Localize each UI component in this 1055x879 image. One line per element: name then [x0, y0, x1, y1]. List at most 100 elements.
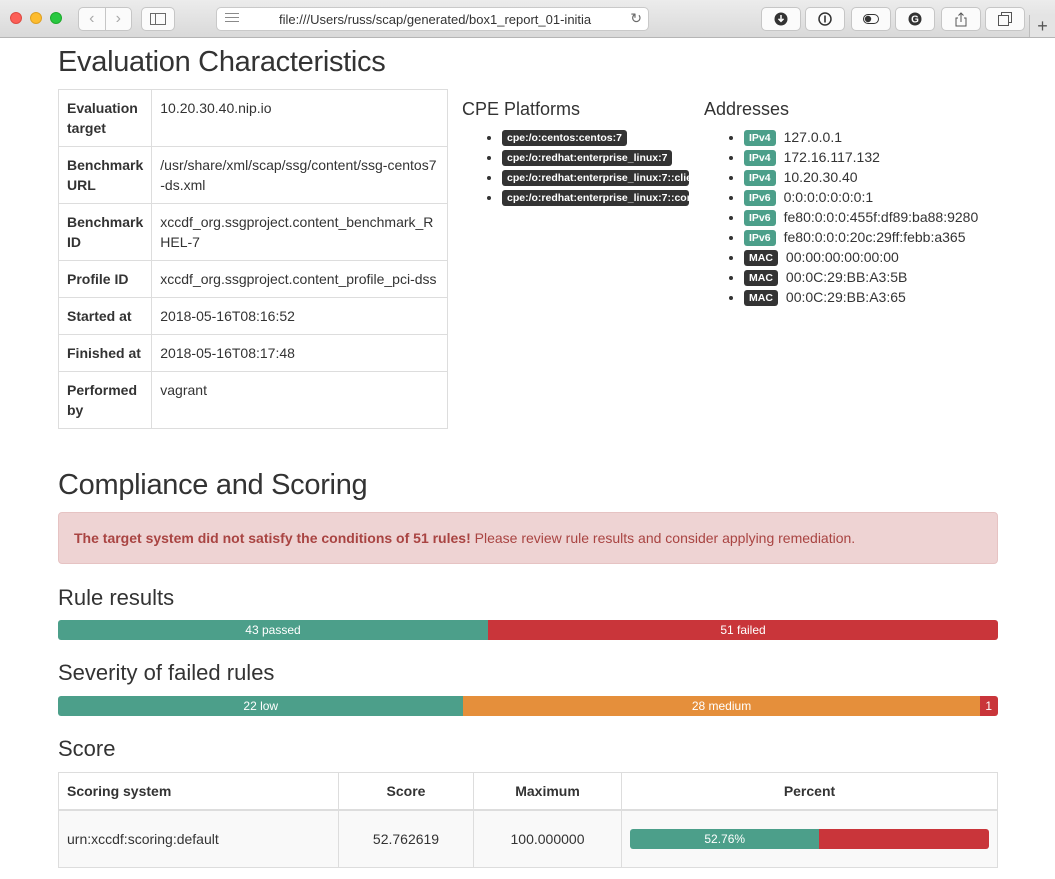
alert-bold-text: The target system did not satisfy the co… [74, 530, 471, 546]
low-severity-segment: 22 low [58, 696, 464, 716]
cpe-item: cpe:/o:redhat:enterprise_linux:7::client [502, 169, 689, 189]
sidebar-toggle-button[interactable] [141, 7, 175, 31]
address-item: IPv4 10.20.30.40 [744, 169, 978, 189]
addresses-title: Addresses [704, 99, 790, 119]
score-table: Scoring system Score Maximum Percent urn… [58, 772, 998, 868]
evaluation-table: Evaluation target 10.20.30.40.nip.io Bench… [57, 89, 448, 429]
address-item: MAC 00:0C:29:BB:A3:65 [744, 289, 978, 309]
evaluation-row: Started at 2018-05-16T08:16:52 [57, 297, 448, 335]
evaluation-row: Evaluation target 10.20.30.40.nip.io [57, 89, 448, 147]
grammarly-icon: G [908, 12, 922, 26]
address-value: 10.20.30.40 [783, 169, 858, 185]
severity-bar: 22 low 28 medium 1 [58, 696, 998, 716]
evaluation-key: Finished at [57, 334, 153, 372]
evaluation-value: xccdf_org.ssgproject.content_profile_pci… [151, 260, 448, 298]
cpe-title: CPE Platforms [462, 99, 581, 119]
grammarly-button[interactable]: G [895, 7, 935, 31]
evaluation-value: xccdf_org.ssgproject.content_benchmark_R… [151, 203, 448, 261]
share-icon [955, 11, 967, 26]
evaluation-value: 10.20.30.40.nip.io [151, 89, 448, 147]
forward-icon[interactable]: › [104, 8, 132, 30]
address-value: 0:0:0:0:0:0:0:1 [783, 189, 874, 205]
onepassword-button[interactable] [805, 7, 845, 31]
window-close-button[interactable] [10, 12, 22, 24]
reload-icon[interactable]: ↻ [630, 10, 642, 27]
passed-segment: 43 passed [58, 620, 488, 640]
evaluation-key: Benchmark URL [57, 146, 153, 204]
address-type-badge: IPv6 [744, 190, 776, 207]
address-item: IPv4 127.0.0.1 [744, 129, 978, 149]
address-bar[interactable]: file:///Users/russ/scap/generated/box1_r… [216, 7, 649, 31]
address-value: 127.0.0.1 [783, 129, 842, 145]
high-severity-segment: 1 [979, 696, 998, 716]
new-tab-button[interactable]: + [1029, 15, 1055, 37]
toggle-icon [863, 14, 879, 24]
failed-segment: 51 failed [488, 620, 998, 640]
address-type-badge: IPv4 [744, 150, 776, 167]
score-row: urn:xccdf:scoring:default 52.762619 100.… [58, 809, 998, 868]
window-zoom-button[interactable] [50, 12, 62, 24]
evaluation-row: Performed by vagrant [57, 371, 448, 429]
evaluation-value: 2018-05-16T08:17:48 [151, 334, 448, 372]
address-item: IPv4 172.16.117.132 [744, 149, 978, 169]
address-value: 00:0C:29:BB:A3:65 [785, 289, 906, 305]
evaluation-value: /usr/share/xml/scap/ssg/content/ssg-cent… [151, 146, 448, 204]
report-page: Evaluation Characteristics Evaluation ta… [0, 38, 1055, 879]
evaluation-value: vagrant [151, 371, 448, 429]
history-nav: ‹ › [78, 7, 132, 31]
maximum-cell: 100.000000 [473, 809, 622, 868]
address-type-badge: IPv4 [744, 130, 776, 147]
url-text[interactable]: file:///Users/russ/scap/generated/box1_r… [279, 12, 609, 27]
share-button[interactable] [941, 7, 981, 31]
tabs-overview-button[interactable] [985, 7, 1025, 31]
address-value: fe80:0:0:0:455f:df89:ba88:9280 [783, 209, 979, 225]
cpe-item: cpe:/o:redhat:enterprise_linux:7::comput… [502, 189, 689, 209]
rule-results-title: Rule results [58, 585, 175, 610]
cpe-label: cpe:/o:redhat:enterprise_linux:7::comput… [502, 189, 689, 206]
onepassword-icon [818, 12, 832, 26]
toggle-extension-button[interactable] [851, 7, 891, 31]
evaluation-row: Benchmark ID xccdf_org.ssgproject.content… [57, 203, 448, 261]
address-type-badge: MAC [744, 270, 778, 287]
address-value: 172.16.117.132 [783, 149, 880, 165]
cpe-label: cpe:/o:centos:centos:7 [502, 129, 627, 146]
evaluation-title: Evaluation Characteristics [58, 46, 386, 78]
cpe-item: cpe:/o:centos:centos:7 [502, 129, 689, 149]
address-item: MAC 00:0C:29:BB:A3:5B [744, 269, 978, 289]
evaluation-key: Profile ID [57, 260, 153, 298]
evaluation-value: 2018-05-16T08:16:52 [151, 297, 448, 335]
header-maximum: Maximum [473, 772, 622, 811]
evaluation-key: Evaluation target [57, 89, 153, 147]
address-type-badge: MAC [744, 290, 778, 307]
address-value: 00:0C:29:BB:A3:5B [785, 269, 908, 285]
svg-text:G: G [911, 15, 919, 26]
sidebar-icon [150, 13, 166, 25]
address-item: IPv6 fe80:0:0:0:455f:df89:ba88:9280 [744, 209, 978, 229]
download-button[interactable] [761, 7, 801, 31]
address-value: fe80:0:0:0:20c:29ff:febb:a365 [783, 229, 966, 245]
rule-results-bar: 43 passed 51 failed [58, 620, 998, 640]
percent-bar: 52.76% [630, 828, 989, 849]
addresses-list: IPv4 127.0.0.1 IPv4 172.16.117.132 IPv4 10.20… [728, 129, 978, 309]
header-score: Score [338, 772, 474, 811]
address-item: MAC 00:00:00:00:00:00 [744, 249, 978, 269]
score-title: Score [58, 736, 116, 761]
percent-fill: 52.76% [630, 828, 820, 849]
scoring-system-cell: urn:xccdf:scoring:default [58, 809, 339, 868]
alert-text: Please review rule results and consider … [470, 530, 856, 546]
reader-icon[interactable] [225, 13, 239, 25]
percent-remaining [819, 828, 989, 849]
address-type-badge: IPv6 [744, 230, 776, 247]
evaluation-key: Started at [57, 297, 153, 335]
address-type-badge: IPv6 [744, 210, 776, 227]
header-percent: Percent [621, 772, 998, 811]
address-type-badge: MAC [744, 250, 778, 267]
compliance-alert: The target system did not satisfy the co… [58, 512, 998, 564]
download-icon [774, 12, 788, 26]
back-icon[interactable]: ‹ [79, 8, 105, 30]
evaluation-row: Finished at 2018-05-16T08:17:48 [57, 334, 448, 372]
window-minimize-button[interactable] [30, 12, 42, 24]
evaluation-key: Performed by [57, 371, 153, 429]
header-scoring-system: Scoring system [58, 772, 339, 811]
address-value: 00:00:00:00:00:00 [785, 249, 899, 265]
